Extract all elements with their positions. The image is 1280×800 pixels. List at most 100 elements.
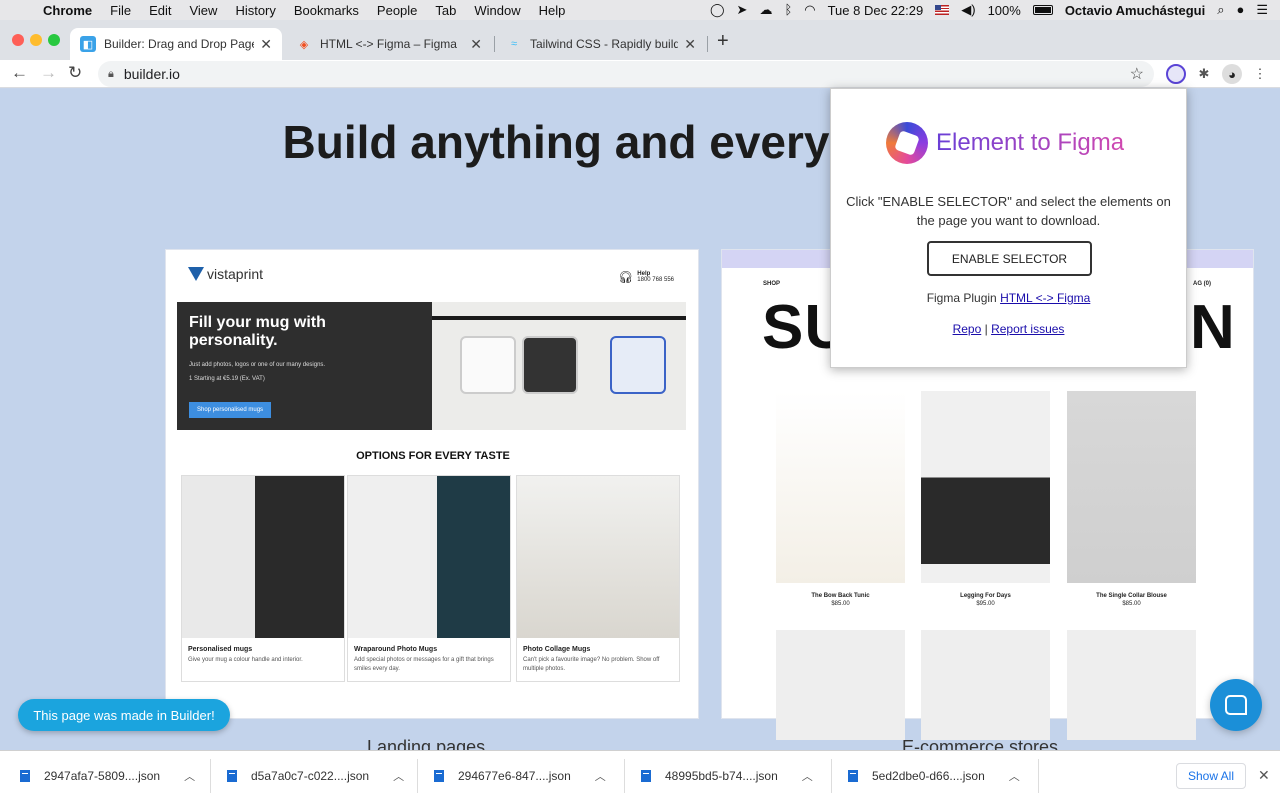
download-item[interactable]: 294677e6-847....json ︿ [434, 751, 606, 800]
made-in-builder-button[interactable]: This page was made in Builder! [18, 699, 230, 731]
file-icon [434, 770, 444, 782]
back-icon[interactable]: ← [11, 63, 28, 83]
shop-nav-link[interactable]: SHOP [763, 281, 780, 287]
download-item[interactable]: 48995bd5-b74....json ︿ [641, 751, 813, 800]
file-icon [20, 770, 30, 782]
notification-center-icon[interactable]: ☰ [1256, 2, 1268, 18]
circle-status-icon[interactable]: ◯ [710, 2, 725, 18]
lock-icon[interactable]: 🔒︎ [108, 68, 114, 81]
tab-tailwind[interactable]: ≈ Tailwind CSS - Rapidly build m ✕ [496, 28, 706, 60]
battery-icon[interactable] [1032, 5, 1053, 15]
hanging-mugs-photo [432, 302, 686, 430]
menu-view[interactable]: View [180, 3, 226, 18]
file-icon [227, 770, 237, 782]
close-tab-icon[interactable]: ✕ [470, 36, 482, 53]
product-image[interactable] [776, 630, 905, 740]
element-to-figma-extension-icon[interactable] [1166, 64, 1186, 84]
url-text[interactable]: builder.io [124, 66, 180, 82]
report-issues-link[interactable]: Report issues [991, 322, 1064, 336]
mug-image [460, 336, 516, 394]
close-shelf-icon[interactable]: ✕ [1258, 767, 1270, 784]
download-item[interactable]: d5a7a0c7-c022....json ︿ [227, 751, 404, 800]
divider [210, 759, 211, 793]
product-price: $85.00 [1122, 601, 1141, 607]
download-filename: 5ed2dbe0-d66....json [872, 769, 985, 783]
menu-history[interactable]: History [226, 3, 284, 18]
menu-tab[interactable]: Tab [426, 3, 465, 18]
close-tab-icon[interactable]: ✕ [260, 36, 272, 53]
menu-help[interactable]: Help [530, 3, 575, 18]
product-image[interactable] [921, 630, 1050, 740]
product-image[interactable] [1067, 630, 1196, 740]
tab-builder[interactable]: ◧ Builder: Drag and Drop Page B ✕ [70, 28, 282, 60]
forward-icon[interactable]: → [40, 63, 57, 83]
close-tab-icon[interactable]: ✕ [684, 36, 696, 53]
product-image [776, 391, 905, 583]
bookmark-star-icon[interactable]: ☆ [1130, 64, 1144, 84]
banner-subtitle: Just add photos, logos or one of our man… [189, 362, 326, 368]
enable-selector-button[interactable]: ENABLE SELECTOR [927, 241, 1092, 276]
spotlight-search-icon[interactable]: ⌕ [1217, 2, 1224, 18]
download-item[interactable]: 5ed2dbe0-d66....json ︿ [848, 751, 1020, 800]
product-name: Legging For Days [960, 593, 1011, 599]
link-separator: | [984, 322, 988, 336]
product-image [182, 476, 344, 638]
wifi-icon[interactable]: ◠ [804, 2, 815, 18]
datetime[interactable]: Tue 8 Dec 22:29 [828, 3, 924, 18]
maximize-window-icon[interactable] [48, 34, 60, 46]
help-contact: 🎧︎ Help 1800 768 556 [618, 270, 674, 284]
download-item[interactable]: 2947afa7-5809....json ︿ [20, 751, 195, 800]
extensions-puzzle-icon[interactable]: ✱ [1194, 64, 1214, 84]
bluetooth-icon[interactable]: ᛒ [784, 2, 792, 18]
volume-icon[interactable]: ◀) [961, 2, 975, 18]
product-desc: Give your mug a colour handle and interi… [188, 657, 303, 663]
menu-people[interactable]: People [368, 3, 426, 18]
show-all-downloads-button[interactable]: Show All [1176, 763, 1246, 789]
cloud-icon[interactable]: ☁ [759, 2, 772, 18]
menu-file[interactable]: File [101, 3, 140, 18]
tab-strip: ◧ Builder: Drag and Drop Page B ✕ ◈ HTML… [0, 20, 1280, 60]
tab-title: HTML <-> Figma – Figma [320, 37, 457, 51]
popup-brand-name: Element to Figma [936, 129, 1125, 156]
banner-text-panel: Fill your mug with personality. Just add… [177, 302, 432, 430]
siri-icon[interactable]: ● [1236, 2, 1244, 18]
tab-separator [707, 36, 708, 52]
more-menu-icon[interactable]: ⋮ [1250, 64, 1270, 84]
bag-nav-link[interactable]: AG (0) [1193, 281, 1211, 287]
mug-image [610, 336, 666, 394]
chevron-up-icon[interactable]: ︿ [1009, 768, 1020, 784]
repo-link[interactable]: Repo [953, 322, 982, 336]
product-card[interactable]: Photo Collage Mugs Can't pick a favourit… [516, 475, 680, 682]
profile-avatar-icon[interactable]: ◕ [1222, 64, 1242, 84]
chevron-up-icon[interactable]: ︿ [393, 768, 404, 784]
menu-chrome[interactable]: Chrome [34, 3, 101, 18]
us-flag-icon[interactable] [935, 5, 950, 15]
telegram-icon[interactable]: ➤ [737, 2, 748, 18]
chevron-up-icon[interactable]: ︿ [595, 768, 606, 784]
user-name[interactable]: Octavio Amuchástegui [1065, 3, 1205, 18]
close-window-icon[interactable] [12, 34, 24, 46]
new-tab-icon[interactable]: + [717, 30, 729, 53]
minimize-window-icon[interactable] [30, 34, 42, 46]
menu-window[interactable]: Window [465, 3, 529, 18]
address-bar[interactable]: 🔒︎ builder.io ☆ [98, 61, 1154, 87]
menu-bookmarks[interactable]: Bookmarks [285, 3, 368, 18]
chevron-up-icon[interactable]: ︿ [802, 768, 813, 784]
hero-headline-right: N [1190, 293, 1235, 362]
ecommerce-product[interactable]: Legging For Days $95.00 [921, 391, 1050, 607]
chat-launcher-button[interactable] [1210, 679, 1262, 731]
reload-icon[interactable]: ↻ [68, 63, 82, 83]
chevron-up-icon[interactable]: ︿ [184, 768, 195, 784]
product-card[interactable]: Personalised mugs Give your mug a colour… [181, 475, 345, 682]
product-card[interactable]: Wraparound Photo Mugs Add special photos… [347, 475, 511, 682]
ecommerce-product[interactable]: The Bow Back Tunic $85.00 [776, 391, 905, 607]
tab-figma[interactable]: ◈ HTML <-> Figma – Figma ✕ [286, 28, 492, 60]
product-desc: Add special photos or messages for a gif… [354, 657, 494, 672]
html-figma-plugin-link[interactable]: HTML <-> Figma [1000, 291, 1090, 305]
menu-edit[interactable]: Edit [140, 3, 180, 18]
shop-personalised-mugs-button[interactable]: Shop personalised mugs [189, 402, 272, 418]
ecommerce-product[interactable]: The Single Collar Blouse $85.00 [1067, 391, 1196, 607]
product-name: The Bow Back Tunic [811, 593, 870, 599]
vistaprint-logo-icon [188, 267, 204, 281]
landing-page-example-card[interactable]: vistaprint 🎧︎ Help 1800 768 556 Fill you… [165, 249, 699, 719]
